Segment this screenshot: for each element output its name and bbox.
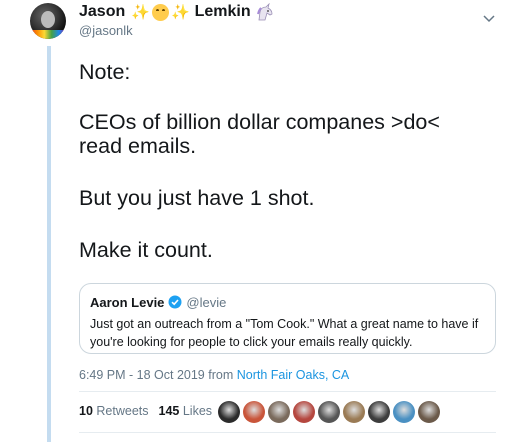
sparkles-icon: ✨ [170, 4, 190, 21]
liker-avatar[interactable] [268, 401, 290, 423]
liker-avatar[interactable] [243, 401, 265, 423]
likes-label: Likes [182, 404, 213, 418]
author-name[interactable]: Jason ✨ ✨ Lemkin [79, 1, 275, 23]
quoted-author-name: Aaron Levie [90, 294, 165, 310]
author-avatar[interactable] [30, 3, 66, 39]
retweets-label: Retweets [96, 404, 149, 418]
quoted-tweet-text: Just got an outreach from a "Tom Cook." … [90, 317, 479, 349]
tweet-line: CEOs of billion dollar companes >do< [79, 110, 440, 134]
smiling-face-icon [151, 3, 169, 21]
likes-stat[interactable]: 145 Likes [159, 404, 213, 418]
author-last-name: Lemkin [194, 3, 251, 20]
tweet-timestamp: 6:49 PM - 18 Oct 2019 from North Fair Oa… [79, 368, 349, 382]
retweets-count: 10 [79, 404, 93, 418]
liker-avatar[interactable] [293, 401, 315, 423]
likers-avatars [218, 401, 443, 423]
liker-avatar[interactable] [343, 401, 365, 423]
liker-avatar[interactable] [418, 401, 440, 423]
divider [79, 391, 496, 392]
liker-avatar[interactable] [393, 401, 415, 423]
tweet-line: Make it count. [79, 238, 213, 262]
unicorn-icon [256, 3, 273, 21]
sparkles-icon: ✨ [131, 4, 150, 21]
divider [79, 432, 496, 433]
location-link[interactable]: North Fair Oaks, CA [237, 368, 350, 382]
avatar-face [41, 11, 55, 28]
avatar-rainbow-stripe [30, 30, 66, 39]
author-handle[interactable]: @jasonlk [79, 23, 133, 38]
tweet-line: But you just have 1 shot. [79, 186, 315, 210]
liker-avatar[interactable] [318, 401, 340, 423]
liker-avatar[interactable] [218, 401, 240, 423]
thread-line [47, 46, 51, 442]
verified-badge-icon [168, 295, 182, 309]
author-first-name: Jason [79, 3, 126, 20]
tweet-line: Note: [79, 60, 131, 84]
retweets-stat[interactable]: 10 Retweets [79, 404, 149, 418]
likes-count: 145 [158, 404, 180, 418]
quoted-author-handle: @levie [186, 294, 227, 310]
tweet-line: read emails. [79, 134, 197, 158]
chevron-down-icon[interactable] [482, 12, 496, 26]
quoted-tweet[interactable]: Aaron Levie @levie Just got an outreach … [79, 283, 496, 354]
tweet-time-date[interactable]: 6:49 PM - 18 Oct 2019 from [79, 368, 233, 382]
engagement-stats: 10 Retweets 145 Likes [79, 404, 212, 418]
liker-avatar[interactable] [368, 401, 390, 423]
